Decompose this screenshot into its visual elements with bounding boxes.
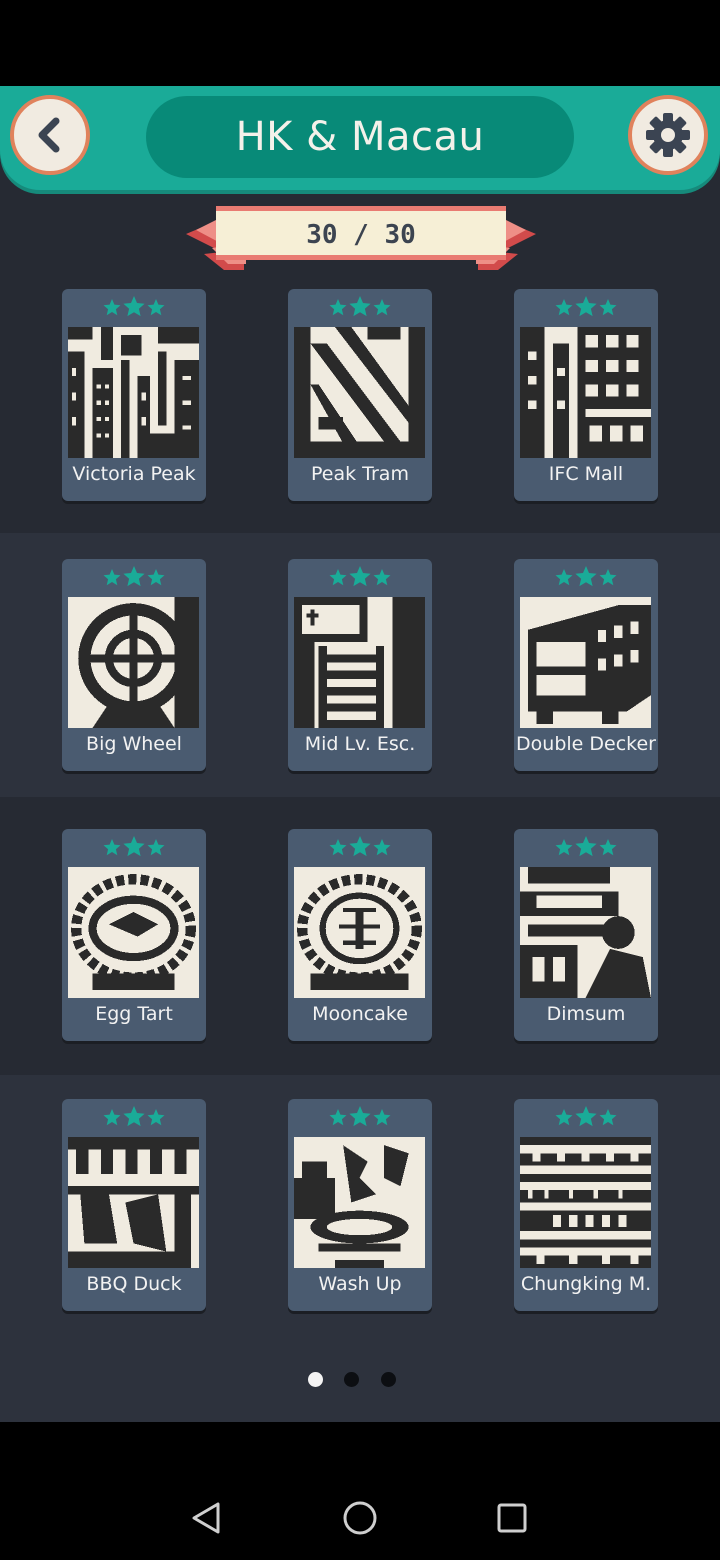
level-card-chungking-m[interactable]: Chungking M. bbox=[514, 1099, 658, 1311]
level-card-victoria-peak[interactable]: Victoria Peak bbox=[62, 289, 206, 501]
title-pill: HK & Macau bbox=[146, 96, 574, 178]
level-name: Mid Lv. Esc. bbox=[304, 733, 416, 755]
level-name: Peak Tram bbox=[311, 463, 409, 485]
stars-icon bbox=[103, 1106, 165, 1127]
level-name: Chungking M. bbox=[520, 1273, 652, 1295]
progress-ribbon: 30 / 30 bbox=[186, 204, 536, 274]
pixel-art-thumbnail bbox=[294, 597, 425, 728]
stars-icon bbox=[329, 296, 391, 317]
level-card-peak-tram[interactable]: Peak Tram bbox=[288, 289, 432, 501]
level-name: Double Decker bbox=[516, 733, 656, 755]
page-title: HK & Macau bbox=[235, 114, 485, 160]
back-triangle-icon[interactable] bbox=[188, 1500, 224, 1536]
pixel-art-thumbnail bbox=[68, 867, 199, 998]
stars-icon bbox=[103, 836, 165, 857]
settings-button[interactable] bbox=[628, 95, 708, 175]
top-bar: HK & Macau bbox=[0, 86, 720, 190]
pixel-art-thumbnail bbox=[294, 867, 425, 998]
pixel-art-thumbnail bbox=[520, 867, 651, 998]
stars-icon bbox=[555, 296, 617, 317]
level-name: Mooncake bbox=[312, 1003, 408, 1025]
level-name: Egg Tart bbox=[95, 1003, 173, 1025]
level-name: Big Wheel bbox=[86, 733, 182, 755]
stars-icon bbox=[329, 1106, 391, 1127]
level-name: Dimsum bbox=[546, 1003, 626, 1025]
pixel-art-thumbnail bbox=[520, 1137, 651, 1268]
gear-icon bbox=[646, 113, 690, 157]
level-card-bbq-duck[interactable]: BBQ Duck bbox=[62, 1099, 206, 1311]
stars-icon bbox=[555, 836, 617, 857]
stars-icon bbox=[103, 566, 165, 587]
stars-icon bbox=[555, 566, 617, 587]
pixel-art-thumbnail bbox=[68, 1137, 199, 1268]
stars-icon bbox=[329, 566, 391, 587]
pixel-art-thumbnail bbox=[68, 327, 199, 458]
system-navigation-bar bbox=[0, 1422, 720, 1560]
recents-square-icon[interactable] bbox=[496, 1502, 528, 1534]
level-name: IFC Mall bbox=[548, 463, 624, 485]
pixel-art-thumbnail bbox=[294, 327, 425, 458]
level-card-big-wheel[interactable]: Big Wheel bbox=[62, 559, 206, 771]
level-card-mooncake[interactable]: Mooncake bbox=[288, 829, 432, 1041]
pixel-art-thumbnail bbox=[520, 597, 651, 728]
pixel-art-thumbnail bbox=[294, 1137, 425, 1268]
stars-icon bbox=[329, 836, 391, 857]
level-card-mid-lv-esc[interactable]: Mid Lv. Esc. bbox=[288, 559, 432, 771]
home-circle-icon[interactable] bbox=[342, 1500, 378, 1536]
level-card-egg-tart[interactable]: Egg Tart bbox=[62, 829, 206, 1041]
stars-icon bbox=[555, 1106, 617, 1127]
pixel-art-thumbnail bbox=[68, 597, 199, 728]
level-name: Wash Up bbox=[318, 1273, 402, 1295]
stars-icon bbox=[103, 296, 165, 317]
chevron-left-icon bbox=[38, 117, 60, 153]
level-card-double-decker[interactable]: Double Decker bbox=[514, 559, 658, 771]
page-dot-1[interactable] bbox=[308, 1372, 323, 1387]
page-dot-2[interactable] bbox=[344, 1372, 359, 1387]
page-dot-3[interactable] bbox=[381, 1372, 396, 1387]
level-card-dimsum[interactable]: Dimsum bbox=[514, 829, 658, 1041]
pixel-art-thumbnail bbox=[520, 327, 651, 458]
level-name: BBQ Duck bbox=[86, 1273, 182, 1295]
progress-counter: 30 / 30 bbox=[306, 220, 416, 250]
level-card-wash-up[interactable]: Wash Up bbox=[288, 1099, 432, 1311]
level-name: Victoria Peak bbox=[72, 463, 196, 485]
back-button[interactable] bbox=[10, 95, 90, 175]
level-card-ifc-mall[interactable]: IFC Mall bbox=[514, 289, 658, 501]
